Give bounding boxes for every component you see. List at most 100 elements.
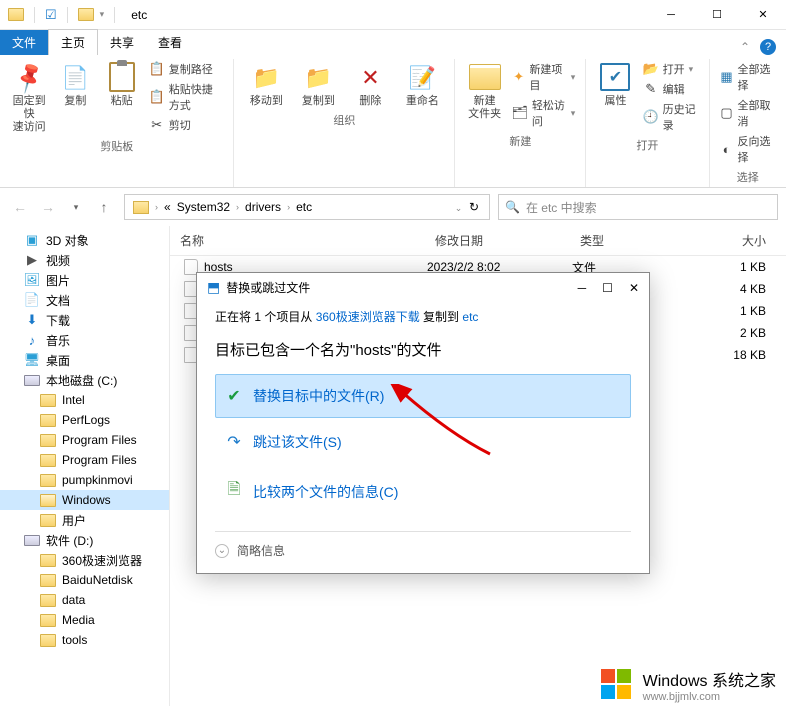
new-item-button[interactable]: ✦新建项目▾ (512, 61, 575, 93)
tree-local-c[interactable]: 本地磁盘 (C:) (0, 370, 169, 390)
nav-back-button[interactable]: ← (8, 195, 32, 219)
breadcrumb-item[interactable]: «System32 (160, 200, 234, 214)
tree-media[interactable]: Media (0, 610, 169, 630)
tree-windows[interactable]: Windows (0, 490, 169, 510)
rename-button[interactable]: 📝重命名 (400, 61, 444, 108)
move-to-button[interactable]: 📁移动到 (244, 61, 288, 108)
select-none-icon: ▢ (720, 105, 734, 121)
qat-separator (34, 7, 35, 23)
tree-desktop[interactable]: 🖥桌面 (0, 350, 169, 370)
search-input[interactable]: 🔍 在 etc 中搜索 (498, 194, 778, 220)
dialog-source-text: 正在将 1 个项目从 360极速浏览器下载 复制到 etc (215, 308, 631, 325)
nav-tree[interactable]: ▣3D 对象 ▶视频 🖼图片 📄文档 ⬇下载 ♪音乐 🖥桌面 本地磁盘 (C:)… (0, 226, 170, 706)
tree-pumpkin[interactable]: pumpkinmovi (0, 470, 169, 490)
dialog-message: 目标已包含一个名为"hosts"的文件 (215, 339, 631, 360)
dialog-more-info[interactable]: ⌄ 简略信息 (215, 542, 631, 559)
col-size[interactable]: 大小 (715, 226, 786, 255)
tree-360[interactable]: 360极速浏览器 (0, 550, 169, 570)
dialog-source-link[interactable]: 360极速浏览器下载 (316, 310, 420, 324)
col-date[interactable]: 修改日期 (425, 226, 570, 255)
compare-files-option[interactable]: 🗎 比较两个文件的信息(C) (215, 466, 631, 517)
select-all-button[interactable]: ▦全部选择 (720, 61, 776, 93)
breadcrumb-dropdown[interactable]: ⌄ (455, 203, 463, 213)
dialog-minimize-button[interactable]: ─ (578, 281, 587, 295)
tree-soft-d[interactable]: 软件 (D:) (0, 530, 169, 550)
maximize-button[interactable]: ☐ (694, 0, 740, 30)
ribbon-collapse-icon[interactable]: ⌃ (740, 40, 750, 54)
chevron-right-icon[interactable]: › (236, 202, 239, 212)
easy-access-button[interactable]: 🗂轻松访问▾ (512, 97, 575, 129)
easy-access-icon: 🗂 (512, 105, 528, 121)
tree-data[interactable]: data (0, 590, 169, 610)
replace-skip-dialog: ⬒ 替换或跳过文件 ─ ☐ ✕ 正在将 1 个项目从 360极速浏览器下载 复制… (196, 272, 650, 574)
breadcrumb-item[interactable]: drivers (241, 200, 285, 214)
folder-icon[interactable] (78, 8, 94, 21)
col-type[interactable]: 类型 (570, 226, 715, 255)
refresh-button[interactable]: ↻ (469, 200, 479, 214)
tree-pictures[interactable]: 🖼图片 (0, 270, 169, 290)
copy-button[interactable]: 📄复制 (56, 61, 94, 108)
tab-file[interactable]: 文件 (0, 30, 48, 55)
tab-share[interactable]: 共享 (98, 30, 146, 55)
chevron-down-icon: ⌄ (215, 544, 229, 558)
3d-icon: ▣ (24, 233, 40, 247)
tree-perflogs[interactable]: PerfLogs (0, 410, 169, 430)
tab-home[interactable]: 主页 (48, 29, 98, 55)
tree-intel[interactable]: Intel (0, 390, 169, 410)
file-size: 18 KB (717, 348, 786, 362)
tree-baidu[interactable]: BaiduNetdisk (0, 570, 169, 590)
tree-tools[interactable]: tools (0, 630, 169, 650)
cut-button[interactable]: ✂剪切 (149, 117, 224, 133)
new-folder-button[interactable]: 新建 文件夹 (465, 61, 503, 121)
nav-forward-button[interactable]: → (36, 195, 60, 219)
qat-dropdown-icon[interactable]: ▾ (100, 9, 105, 20)
select-none-button[interactable]: ▢全部取消 (720, 97, 776, 129)
delete-icon: ✕ (354, 61, 386, 93)
help-icon[interactable]: ? (760, 39, 776, 55)
tree-downloads[interactable]: ⬇下载 (0, 310, 169, 330)
breadcrumb-root-icon[interactable] (133, 201, 149, 214)
video-icon: ▶ (24, 253, 40, 267)
tab-view[interactable]: 查看 (146, 30, 194, 55)
pin-quick-access-button[interactable]: 📌固定到快 速访问 (10, 61, 48, 134)
edit-button[interactable]: ✎编辑 (643, 81, 699, 97)
col-name[interactable]: 名称 (170, 226, 425, 255)
breadcrumb[interactable]: › «System32 › drivers › etc ⌄ ↻ (124, 194, 490, 220)
properties-button[interactable]: ✔属性 (596, 61, 634, 108)
pictures-icon: 🖼 (24, 273, 40, 287)
folder-icon (40, 514, 56, 527)
group-organize-label: 组织 (333, 108, 355, 130)
qat-check-icon[interactable]: ☑ (45, 7, 57, 23)
folder-icon (40, 474, 56, 487)
skip-file-option[interactable]: ↷ 跳过该文件(S) (215, 420, 631, 464)
chevron-right-icon[interactable]: › (155, 202, 158, 212)
close-button[interactable]: ✕ (740, 0, 786, 30)
file-size: 2 KB (717, 326, 786, 340)
chevron-right-icon[interactable]: › (287, 202, 290, 212)
nav-history-dropdown[interactable]: ▾ (64, 195, 88, 219)
tree-users[interactable]: 用户 (0, 510, 169, 530)
paste-shortcut-button[interactable]: 📋粘贴快捷方式 (149, 81, 224, 113)
tree-3d-objects[interactable]: ▣3D 对象 (0, 230, 169, 250)
copy-path-button[interactable]: 📋复制路径 (149, 61, 224, 77)
dialog-dest-link[interactable]: etc (462, 310, 478, 324)
paste-button[interactable]: 粘贴 (102, 61, 140, 108)
open-button[interactable]: 📂打开▾ (643, 61, 699, 77)
copy-to-button[interactable]: 📁复制到 (296, 61, 340, 108)
invert-selection-button[interactable]: ◐反向选择 (720, 133, 776, 165)
dialog-close-button[interactable]: ✕ (629, 281, 639, 295)
tree-documents[interactable]: 📄文档 (0, 290, 169, 310)
history-button[interactable]: 🕘历史记录 (643, 101, 699, 133)
tree-program-files-x86[interactable]: Program Files (0, 450, 169, 470)
tree-music[interactable]: ♪音乐 (0, 330, 169, 350)
tree-program-files[interactable]: Program Files (0, 430, 169, 450)
drive-icon (24, 533, 40, 547)
delete-button[interactable]: ✕删除 (348, 61, 392, 108)
dialog-maximize-button[interactable]: ☐ (602, 281, 613, 295)
replace-file-option[interactable]: ✔ 替换目标中的文件(R) (215, 374, 631, 418)
minimize-button[interactable]: ─ (648, 0, 694, 30)
nav-up-button[interactable]: ↑ (92, 195, 116, 219)
breadcrumb-item[interactable]: etc (292, 200, 316, 214)
dialog-title: 替换或跳过文件 (226, 279, 310, 296)
tree-videos[interactable]: ▶视频 (0, 250, 169, 270)
